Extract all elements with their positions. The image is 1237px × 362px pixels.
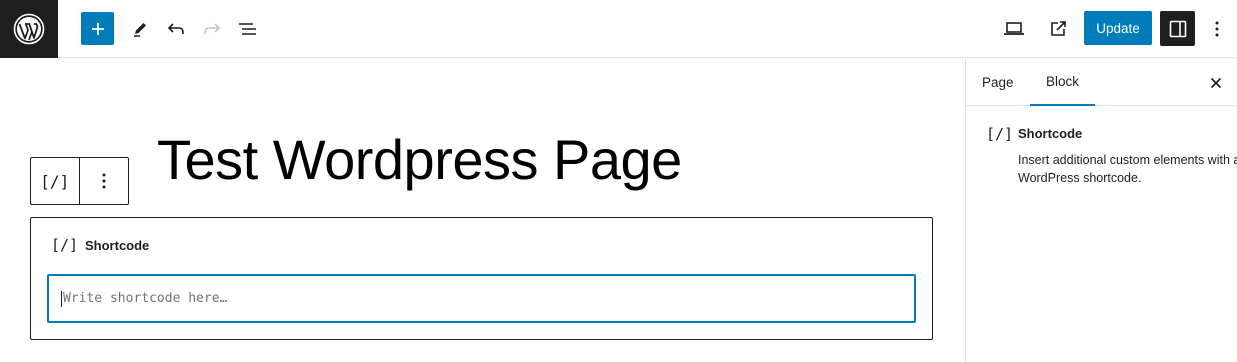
shortcode-block-label: Shortcode: [85, 237, 150, 253]
shortcode-block[interactable]: [/] Shortcode Write shortcode here…: [30, 217, 933, 340]
shortcode-input-placeholder: Write shortcode here…: [63, 291, 228, 306]
shortcode-block-header: [/] Shortcode: [51, 236, 149, 254]
shortcode-icon: [/]: [51, 236, 79, 254]
external-link-icon: [1051, 21, 1066, 36]
top-toolbar: Update: [0, 0, 1237, 58]
close-icon: [1210, 77, 1222, 89]
shortcode-input[interactable]: Write shortcode here…: [47, 274, 916, 323]
update-button[interactable]: Update: [1084, 11, 1152, 45]
plus-icon: [91, 22, 104, 35]
options-button[interactable]: [1201, 12, 1233, 46]
redo-icon: [204, 23, 221, 34]
page-title[interactable]: Test Wordpress Page: [157, 128, 682, 192]
more-vertical-icon: [1215, 21, 1219, 37]
tab-page[interactable]: Page: [966, 59, 1030, 106]
block-toolbar: [/]: [30, 157, 129, 205]
text-caret: [61, 290, 62, 307]
view-page-button[interactable]: [1041, 12, 1075, 46]
pencil-icon: [134, 23, 146, 37]
sidebar-toggle-icon: [1169, 20, 1186, 37]
block-options-button[interactable]: [80, 158, 129, 204]
more-vertical-icon: [102, 173, 106, 189]
sidebar-tabs: Page Block: [966, 59, 1237, 106]
block-card-description: Insert additional custom elements with a…: [1018, 153, 1237, 185]
block-type-button[interactable]: [/]: [31, 158, 80, 204]
undo-icon: [167, 23, 184, 34]
shortcode-icon: [/]: [986, 125, 1014, 143]
close-sidebar-button[interactable]: [1204, 71, 1228, 95]
editor-canvas: Test Wordpress Page [/] [/] Shortcode Wr…: [0, 59, 965, 362]
redo-button[interactable]: [195, 12, 229, 46]
undo-button[interactable]: [159, 12, 193, 46]
preview-button[interactable]: [997, 12, 1031, 46]
tools-button[interactable]: [123, 12, 157, 46]
settings-sidebar: Page Block [/] Shortcode Insert addition…: [965, 59, 1237, 362]
settings-button[interactable]: [1160, 11, 1195, 46]
wordpress-logo-icon[interactable]: [0, 0, 58, 58]
document-overview-button[interactable]: [231, 12, 265, 46]
tab-block[interactable]: Block: [1030, 59, 1096, 106]
add-block-button[interactable]: [81, 12, 114, 45]
laptop-icon: [1004, 22, 1024, 35]
list-view-icon: [239, 23, 256, 35]
block-card-title: Shortcode: [1018, 126, 1083, 141]
